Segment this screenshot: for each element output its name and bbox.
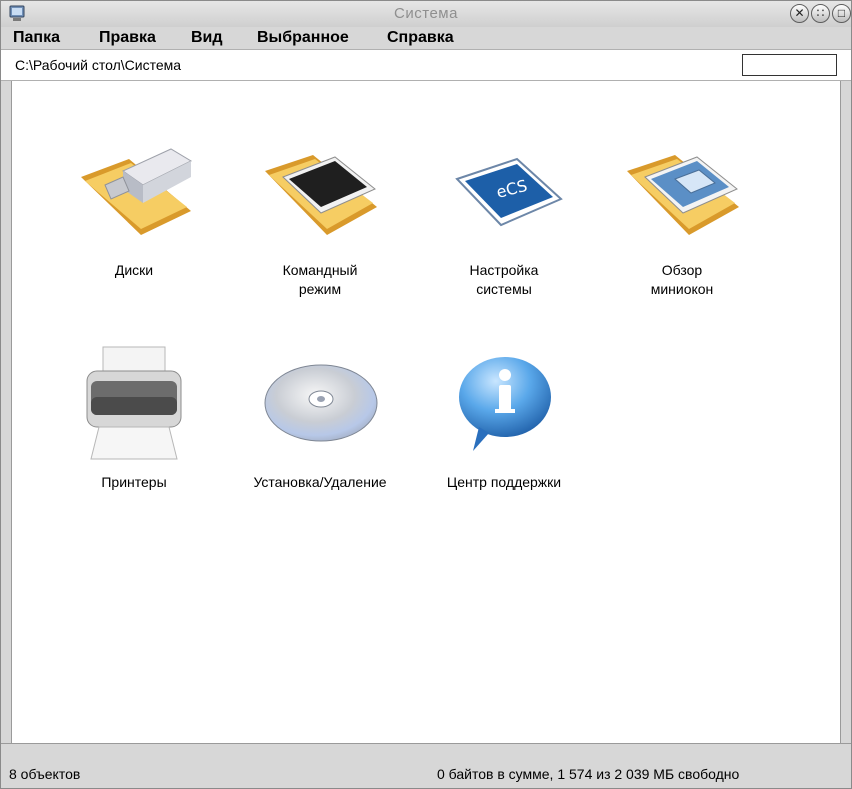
info-bubble-icon [459, 357, 551, 451]
mini-windows-folder-icon [627, 155, 739, 235]
menu-view-label: Вид [191, 29, 223, 46]
menu-favorites-label: Выбранное [257, 29, 349, 46]
window-title: Система [394, 5, 458, 22]
item-label: Принтеры [101, 474, 167, 490]
explorer-window: Система ✕ ∷ □ Папка Правка Вид Выбранное… [0, 0, 852, 789]
command-prompt-folder-icon [265, 155, 377, 235]
item-label: Обзор миниокон [650, 262, 714, 297]
minimize-button[interactable]: ∷ [811, 4, 830, 23]
item-command-mode[interactable]: Командный режим [240, 141, 400, 299]
status-object-count: 8 объектов [9, 766, 81, 782]
printer-icon [86, 346, 182, 460]
item-label: Командный режим [282, 262, 358, 297]
item-label: Центр поддержки [446, 474, 562, 490]
item-label: Диски [114, 262, 154, 278]
menu-folder-label: Папка [13, 29, 60, 46]
menu-help-label: Справка [387, 29, 454, 46]
item-mini-windows[interactable]: Обзор миниокон [602, 141, 762, 299]
status-bar: 8 объектов 0 байтов в сумме, 1 574 из 2 … [1, 743, 851, 788]
item-printers[interactable]: Принтеры [54, 341, 214, 492]
item-disks[interactable]: Диски [54, 141, 214, 280]
address-bar: C:\Рабочий стол\Система [1, 49, 851, 81]
icon-view: Диски Командный режим eCS Настройка сист… [11, 81, 841, 743]
item-label: Установка/Удаление [253, 474, 387, 490]
menu-favorites[interactable]: Выбранное [257, 29, 349, 47]
menu-edit[interactable]: Правка [99, 29, 156, 47]
item-install-remove[interactable]: Установка/Удаление [240, 341, 400, 492]
cd-disc-icon [264, 364, 378, 442]
maximize-button[interactable]: □ [832, 4, 851, 23]
menu-view[interactable]: Вид [191, 29, 223, 47]
usb-drive-folder-icon [81, 148, 193, 235]
item-system-settings[interactable]: eCS Настройка системы [424, 141, 584, 299]
status-disk-space: 0 байтов в сумме, 1 574 из 2 039 МБ своб… [437, 766, 740, 782]
menu-folder[interactable]: Папка [13, 29, 60, 47]
search-input[interactable] [742, 54, 837, 76]
ecs-settings-icon: eCS [455, 157, 563, 227]
item-label: Настройка системы [469, 262, 539, 297]
address-path[interactable]: C:\Рабочий стол\Система [15, 57, 181, 73]
close-button[interactable]: ✕ [790, 4, 809, 23]
title-bar[interactable]: Система ✕ ∷ □ [1, 1, 851, 27]
item-support-center[interactable]: Центр поддержки [424, 341, 584, 492]
menu-bar: Папка Правка Вид Выбранное Справка [1, 27, 851, 49]
menu-edit-label: Правка [99, 29, 156, 46]
menu-help[interactable]: Справка [387, 29, 454, 47]
